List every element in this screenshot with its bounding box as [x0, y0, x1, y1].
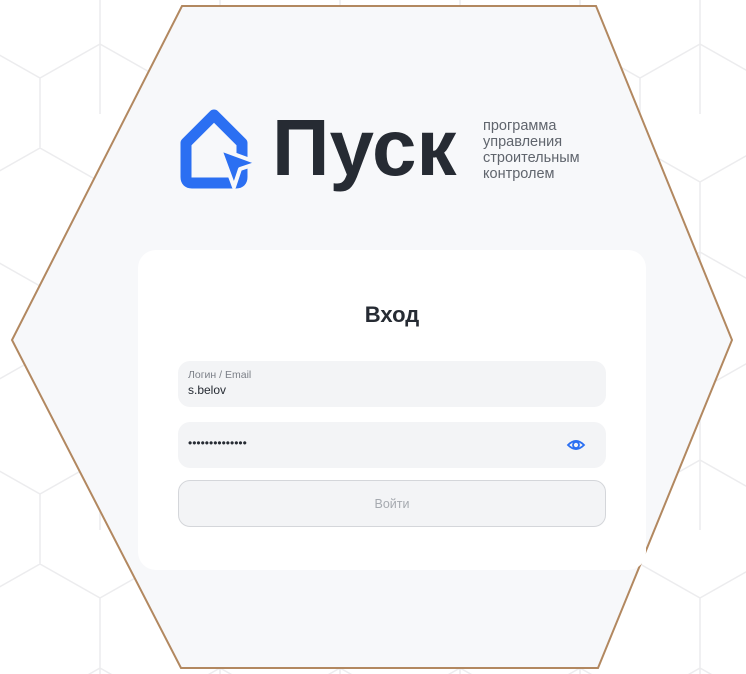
- brand-tagline-line: строительным: [483, 150, 580, 166]
- brand-tagline-line: контролем: [483, 166, 555, 182]
- login-input[interactable]: [186, 381, 570, 399]
- password-field[interactable]: [178, 422, 606, 468]
- brand-tagline: программа управления строительным контро…: [483, 118, 580, 182]
- login-field[interactable]: Логин / Email: [178, 361, 606, 407]
- login-title: Вход: [364, 302, 420, 327]
- brand-logo: Пуск программа управления строительным к…: [176, 105, 616, 195]
- password-input[interactable]: [186, 434, 570, 452]
- login-submit-button[interactable]: Войти: [178, 480, 606, 527]
- brand-name: Пуск: [272, 103, 457, 192]
- login-card: Вход Логин / Email Войти: [138, 250, 646, 570]
- brand-tagline-line: программа: [483, 118, 557, 134]
- house-cursor-icon: [180, 109, 260, 189]
- brand-tagline-line: управления: [483, 134, 563, 150]
- eye-icon[interactable]: [566, 435, 586, 455]
- login-field-label: Логин / Email: [188, 369, 252, 381]
